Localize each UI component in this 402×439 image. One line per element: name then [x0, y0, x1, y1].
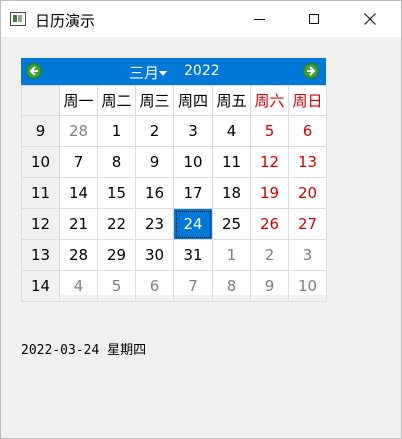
day-cell[interactable]: 18: [212, 177, 251, 209]
week-row: 12 21 22 23 24 25 26 27: [21, 208, 327, 240]
week-row: 14 4 5 6 7 8 9 10: [21, 270, 327, 302]
day-cell[interactable]: 13: [288, 146, 327, 178]
calendar-navigation-bar: 三月 2022: [21, 58, 326, 85]
day-cell[interactable]: 7: [173, 270, 213, 302]
day-cell[interactable]: 12: [250, 146, 289, 178]
calendar-app-icon: [10, 12, 26, 26]
week-row: 9 28 1 2 3 4 5 6: [21, 115, 327, 147]
week-row: 13 28 29 30 31 1 2 3: [21, 239, 327, 271]
day-cell[interactable]: 27: [288, 208, 327, 240]
day-cell[interactable]: 31: [173, 239, 213, 271]
week-number: 12: [21, 208, 60, 240]
day-cell[interactable]: 23: [135, 208, 174, 240]
day-cell[interactable]: 26: [250, 208, 289, 240]
day-cell[interactable]: 8: [97, 146, 136, 178]
day-cell[interactable]: 6: [288, 115, 327, 147]
weekday-label: 周二: [97, 85, 136, 116]
title-bar: 日历演示: [1, 1, 401, 37]
weekday-label: 周三: [135, 85, 174, 116]
day-cell[interactable]: 5: [250, 115, 289, 147]
minimize-button[interactable]: [236, 1, 282, 37]
week-number: 13: [21, 239, 60, 271]
day-cell[interactable]: 17: [173, 177, 213, 209]
day-cell[interactable]: 28: [59, 115, 98, 147]
maximize-button[interactable]: [291, 1, 337, 37]
day-cell[interactable]: 20: [288, 177, 327, 209]
weekday-label: 周日: [288, 85, 327, 116]
day-cell[interactable]: 6: [135, 270, 174, 302]
window-title: 日历演示: [35, 12, 96, 30]
day-cell[interactable]: 10: [173, 146, 213, 178]
left-arrow-icon: [29, 66, 38, 76]
year-selector[interactable]: 2022: [184, 63, 220, 79]
day-cell[interactable]: 2: [135, 115, 174, 147]
app-window: 日历演示 三月 2022 周一 周二 周三 周四 周五 周六 周日 9 28 1…: [0, 0, 402, 439]
day-cell[interactable]: 4: [212, 115, 251, 147]
day-cell[interactable]: 1: [97, 115, 136, 147]
day-cell[interactable]: 7: [59, 146, 98, 178]
day-cell[interactable]: 5: [97, 270, 136, 302]
day-cell[interactable]: 3: [288, 239, 327, 271]
close-icon: [364, 13, 376, 25]
right-arrow-icon: [307, 66, 316, 76]
day-cell[interactable]: 2: [250, 239, 289, 271]
day-cell[interactable]: 15: [97, 177, 136, 209]
day-cell[interactable]: 3: [173, 115, 213, 147]
day-cell[interactable]: 19: [250, 177, 289, 209]
day-cell[interactable]: 25: [212, 208, 251, 240]
selected-day-cell[interactable]: 24: [173, 208, 213, 240]
day-cell[interactable]: 28: [59, 239, 98, 271]
weekday-label: 周四: [173, 85, 213, 116]
weekday-header-row: 周一 周二 周三 周四 周五 周六 周日: [21, 85, 327, 116]
week-number: 10: [21, 146, 60, 178]
day-cell[interactable]: 30: [135, 239, 174, 271]
day-cell[interactable]: 21: [59, 208, 98, 240]
day-cell[interactable]: 9: [135, 146, 174, 178]
day-cell[interactable]: 14: [59, 177, 98, 209]
day-cell[interactable]: 22: [97, 208, 136, 240]
week-number-header: [21, 85, 60, 116]
week-number: 11: [21, 177, 60, 209]
day-cell[interactable]: 8: [212, 270, 251, 302]
week-row: 10 7 8 9 10 11 12 13: [21, 146, 327, 178]
weekday-label: 周一: [59, 85, 98, 116]
selected-date-label: 2022-03-24 星期四: [21, 343, 147, 358]
weekday-label: 周五: [212, 85, 251, 116]
calendar-grid: 周一 周二 周三 周四 周五 周六 周日 9 28 1 2 3 4 5 6 10…: [21, 85, 327, 302]
week-row: 11 14 15 16 17 18 19 20: [21, 177, 327, 209]
calendar-widget[interactable]: 三月 2022 周一 周二 周三 周四 周五 周六 周日 9 28 1 2 3 …: [21, 58, 327, 302]
chevron-down-icon[interactable]: [159, 71, 167, 76]
day-cell[interactable]: 16: [135, 177, 174, 209]
week-number: 9: [21, 115, 60, 147]
weekday-label: 周六: [250, 85, 289, 116]
day-cell[interactable]: 1: [212, 239, 251, 271]
day-cell[interactable]: 9: [250, 270, 289, 302]
minimize-icon: [253, 18, 265, 20]
month-selector[interactable]: 三月: [129, 62, 159, 83]
day-cell[interactable]: 11: [212, 146, 251, 178]
prev-month-button[interactable]: [26, 63, 42, 79]
maximize-icon: [309, 14, 319, 24]
day-cell[interactable]: 10: [288, 270, 327, 302]
week-number: 14: [21, 270, 60, 302]
next-month-button[interactable]: [303, 63, 319, 79]
day-cell[interactable]: 4: [59, 270, 98, 302]
day-cell[interactable]: 29: [97, 239, 136, 271]
close-button[interactable]: [347, 1, 393, 37]
